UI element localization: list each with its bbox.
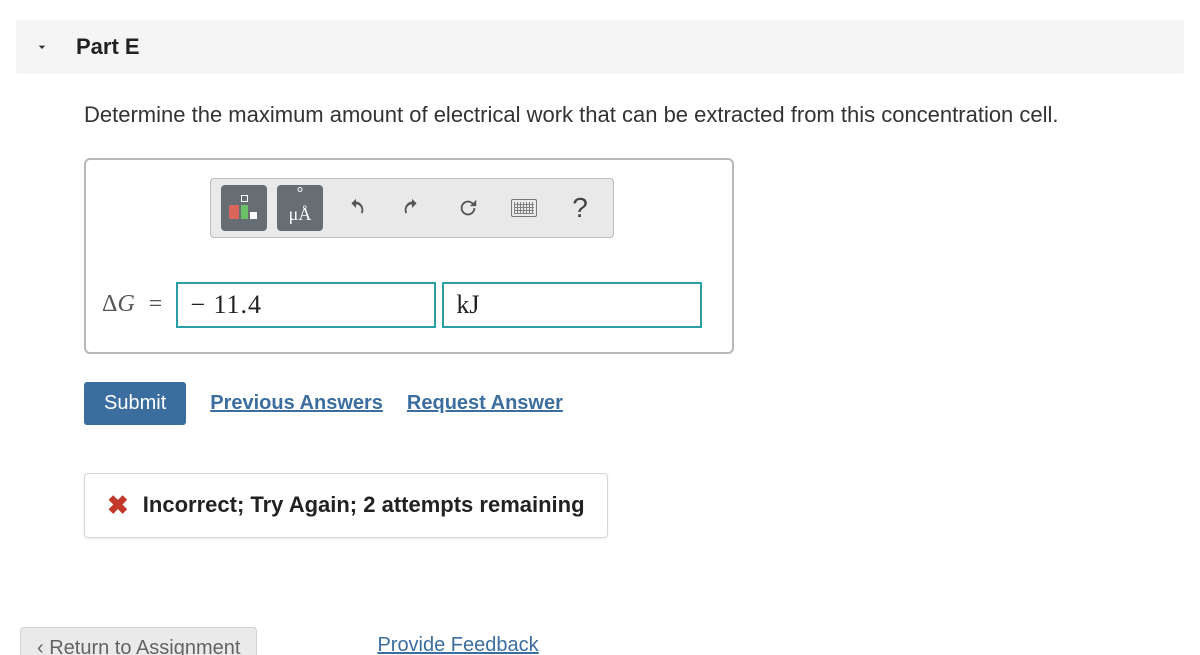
return-to-assignment-button[interactable]: ‹ Return to Assignment	[20, 627, 257, 655]
request-answer-link[interactable]: Request Answer	[407, 392, 563, 415]
collapse-caret-icon[interactable]	[34, 39, 50, 55]
special-chars-label: μÅ	[289, 204, 312, 225]
submit-button[interactable]: Submit	[84, 382, 186, 425]
provide-feedback-link[interactable]: Provide Feedback	[377, 627, 538, 655]
answer-container: μÅ ? ΔG = − 11.4 kJ	[84, 158, 734, 354]
templates-button[interactable]	[221, 185, 267, 231]
incorrect-icon: ✖	[107, 490, 129, 521]
part-header[interactable]: Part E	[16, 20, 1184, 74]
keyboard-icon	[511, 199, 537, 217]
feedback-text: Incorrect; Try Again; 2 attempts remaini…	[143, 492, 585, 518]
feedback-box: ✖ Incorrect; Try Again; 2 attempts remai…	[84, 473, 608, 538]
variable-label: ΔG	[100, 291, 143, 318]
action-row: Submit Previous Answers Request Answer	[84, 382, 1184, 425]
question-prompt: Determine the maximum amount of electric…	[84, 100, 1184, 130]
keyboard-button[interactable]	[501, 185, 547, 231]
equals-sign: =	[149, 291, 171, 318]
value-input[interactable]: − 11.4	[176, 282, 436, 328]
equation-toolbar: μÅ ?	[210, 178, 614, 238]
footer: ‹ Return to Assignment Provide Feedback	[0, 627, 1200, 655]
previous-answers-link[interactable]: Previous Answers	[210, 392, 383, 415]
undo-button[interactable]	[333, 185, 379, 231]
answer-row: ΔG = − 11.4 kJ	[100, 282, 718, 328]
unit-input[interactable]: kJ	[442, 282, 702, 328]
special-chars-button[interactable]: μÅ	[277, 185, 323, 231]
help-button[interactable]: ?	[557, 185, 603, 231]
redo-button[interactable]	[389, 185, 435, 231]
reset-button[interactable]	[445, 185, 491, 231]
part-title: Part E	[76, 34, 140, 60]
